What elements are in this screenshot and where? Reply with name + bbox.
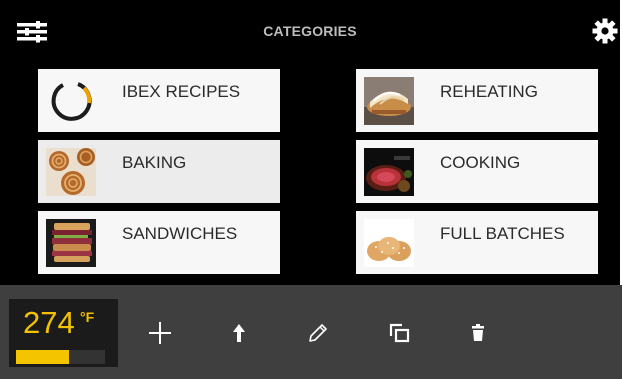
category-label: SANDWICHES [122, 224, 238, 243]
category-label: COOKING [440, 153, 521, 172]
bottom-toolbar: 274 °F [0, 285, 622, 379]
settings-button[interactable] [592, 18, 618, 44]
copy-icon [389, 323, 410, 343]
ibex-logo-icon [46, 77, 96, 125]
category-label: FULL BATCHES [440, 224, 565, 243]
delete-button[interactable] [460, 315, 496, 351]
bread-rolls-photo [364, 219, 414, 267]
category-sandwiches[interactable]: SANDWICHES [38, 211, 280, 274]
upload-icon [233, 324, 245, 342]
temperature-gauge-fill [16, 350, 70, 364]
app-screen: CATEGORIES IBEX RECIPES REHEATING BAKING… [0, 0, 622, 379]
categories-panel: CATEGORIES IBEX RECIPES REHEATING BAKING… [0, 0, 620, 285]
copy-button[interactable] [381, 315, 417, 351]
delete-icon [472, 324, 484, 341]
page-title: CATEGORIES [263, 23, 357, 39]
category-baking[interactable]: BAKING [38, 140, 280, 203]
add-icon [149, 322, 171, 344]
temperature-display[interactable]: 274 °F [9, 299, 118, 367]
upload-button[interactable] [221, 315, 257, 351]
category-full-batches[interactable]: FULL BATCHES [356, 211, 598, 274]
category-cooking[interactable]: COOKING [356, 140, 598, 203]
add-button[interactable] [142, 315, 178, 351]
edit-icon [309, 324, 327, 342]
temperature-unit: °F [80, 309, 95, 325]
category-label: BAKING [122, 153, 187, 172]
temperature-gauge [16, 350, 105, 364]
header-bar: CATEGORIES [0, 0, 620, 58]
category-reheating[interactable]: REHEATING [356, 69, 598, 132]
gear-icon [592, 18, 618, 44]
reheated-sandwich-photo [364, 77, 414, 125]
category-ibex-recipes[interactable]: IBEX RECIPES [38, 69, 280, 132]
category-label: IBEX RECIPES [122, 82, 241, 101]
roast-beef-photo [364, 148, 414, 196]
category-label: REHEATING [440, 82, 538, 101]
stacked-sandwich-photo [46, 219, 96, 267]
cinnamon-rolls-photo [46, 148, 96, 196]
temperature-value: 274 [23, 305, 75, 340]
edit-button[interactable] [299, 315, 335, 351]
